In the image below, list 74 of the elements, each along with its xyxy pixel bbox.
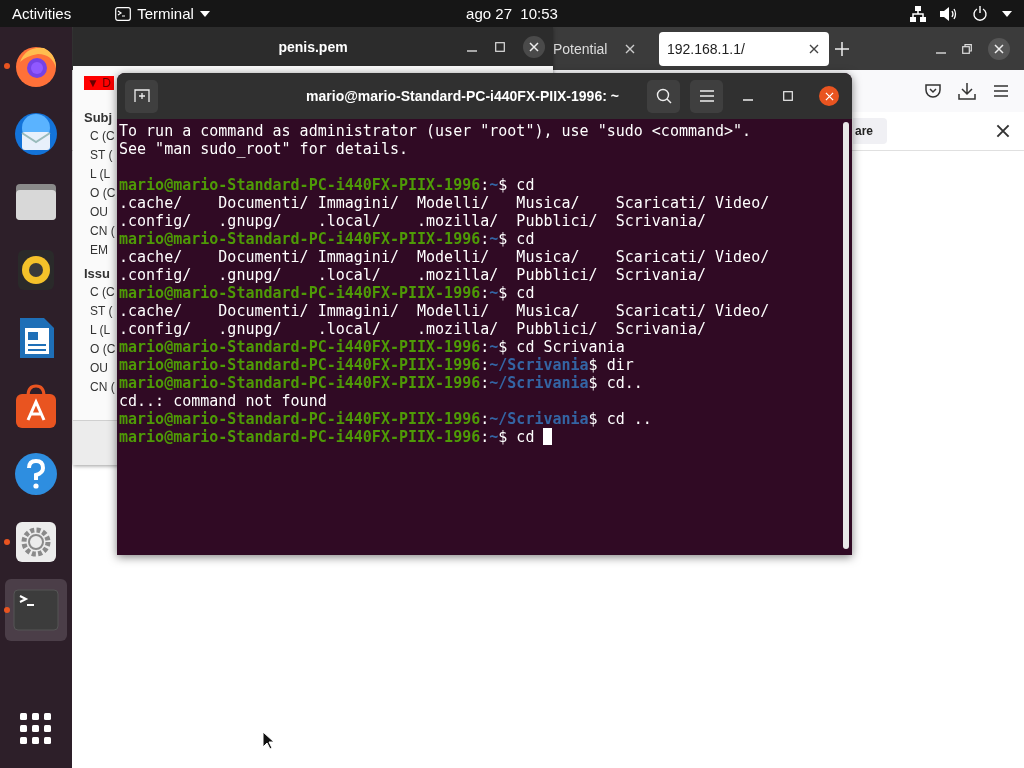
terminal-prompt-line: mario@mario-Standard-PC-i440FX-PIIX-1996:~$ cd (119, 284, 535, 302)
field-label: O (C (90, 185, 116, 202)
close-icon (625, 43, 635, 54)
app-grid-icon[interactable] (20, 713, 52, 745)
terminal-line: .cache/ Documenti/ Immagini/ Modelli/ Musica/ Scaricati/ Video/ (119, 194, 770, 212)
app-menu[interactable]: Terminal (115, 5, 210, 22)
new-tab-icon[interactable] (835, 41, 849, 56)
terminal-icon (115, 6, 132, 21)
new-tab-icon (133, 89, 150, 103)
minimize-icon (467, 49, 477, 52)
menu-icon[interactable] (992, 82, 1010, 100)
minimize-icon (936, 51, 946, 54)
field-label: L (L (90, 322, 111, 339)
caret-icon (199, 10, 210, 17)
mouse-pointer-icon (262, 731, 274, 750)
maximize-icon (783, 91, 793, 101)
terminal-prompt-line: mario@mario-Standard-PC-i440FX-PIIX-1996:~/Scrivania$ cd .. (119, 410, 652, 428)
terminal-prompt-line: mario@mario-Standard-PC-i440FX-PIIX-1996:~/Scrivania$ cd.. (119, 374, 643, 392)
close-button[interactable] (819, 86, 839, 106)
close-icon (809, 43, 819, 54)
power-icon[interactable] (972, 5, 988, 22)
close-icon (824, 91, 834, 101)
terminal-line: .config/ .gnupg/ .local/ .mozilla/ Pubblici/ Scrivania/ (119, 320, 706, 338)
browser-tab[interactable]: 192.168.1.1/ (659, 31, 829, 66)
close-icon (996, 124, 1010, 138)
menu-icon (699, 90, 714, 102)
field-label: CN ( (90, 223, 115, 240)
field-label: EM (90, 242, 108, 259)
find-option-button[interactable]: are (853, 118, 888, 144)
menu-button[interactable] (690, 79, 723, 113)
section-heading: Issu (84, 265, 110, 283)
new-tab-button[interactable] (125, 79, 158, 113)
field-label: L (L (90, 166, 111, 183)
field-label: C (C (90, 284, 115, 301)
field-label: C (C (90, 128, 115, 145)
terminal-line: To run a command as administrator (user "root"), use "sudo <command>". (119, 122, 752, 140)
terminal-line: .cache/ Documenti/ Immagini/ Modelli/ Musica/ Scaricati/ Video/ (119, 302, 770, 320)
clock[interactable]: ago 27 10:53 (466, 5, 558, 22)
field-label: OU (90, 204, 108, 221)
window-title: mario@mario-Standard-PC-i440FX-PIIX-1996: ~ (306, 88, 619, 104)
terminal-prompt-line: mario@mario-Standard-PC-i440FX-PIIX-1996:~$ cd (119, 176, 535, 194)
terminal-line: cd..: command not found (119, 392, 327, 410)
caret-icon[interactable] (1002, 10, 1012, 17)
terminal-line: See "man sudo_root" for details. (119, 140, 408, 158)
minimize-icon (743, 99, 753, 101)
download-icon[interactable] (958, 82, 976, 100)
field-label: ST ( (90, 147, 113, 164)
section-heading: Subj (84, 109, 113, 127)
volume-icon[interactable] (940, 5, 958, 22)
activities-button[interactable]: Activities (12, 5, 72, 22)
maximize-icon (495, 41, 505, 52)
search-button[interactable] (647, 79, 680, 113)
terminal-line: .config/ .gnupg/ .local/ .mozilla/ Pubblici/ Scrivania/ (119, 212, 706, 230)
window-title: penis.pem (278, 38, 348, 55)
close-icon[interactable] (988, 37, 1010, 60)
thunderbird-icon[interactable] (12, 110, 60, 158)
help-icon[interactable] (12, 450, 60, 498)
terminal-line: .config/ .gnupg/ .local/ .mozilla/ Pubblici/ Scrivania/ (119, 266, 706, 284)
terminal-prompt-line: mario@mario-Standard-PC-i440FX-PIIX-1996:~$ cd (119, 230, 535, 248)
terminal-prompt-line: mario@mario-Standard-PC-i440FX-PIIX-1996:~$ cd Scrivania (119, 338, 625, 356)
terminal-prompt-line: mario@mario-Standard-PC-i440FX-PIIX-1996:~$ cd (119, 428, 536, 446)
search-icon (655, 88, 672, 104)
pocket-icon[interactable] (924, 82, 942, 100)
network-icon[interactable] (910, 5, 926, 22)
field-label: OU (90, 360, 108, 377)
restore-icon[interactable] (962, 43, 972, 54)
terminal-icon[interactable] (12, 586, 60, 634)
field-label: O (C (90, 341, 116, 358)
browser-tab[interactable]: Potential (553, 33, 645, 64)
close-icon[interactable] (523, 35, 545, 58)
terminal-line: .cache/ Documenti/ Immagini/ Modelli/ Musica/ Scaricati/ Video/ (119, 248, 770, 266)
field-label: CN ( (90, 379, 115, 396)
terminal-prompt-line: mario@mario-Standard-PC-i440FX-PIIX-1996:~/Scrivania$ dir (119, 356, 634, 374)
field-label: ST ( (90, 303, 113, 320)
